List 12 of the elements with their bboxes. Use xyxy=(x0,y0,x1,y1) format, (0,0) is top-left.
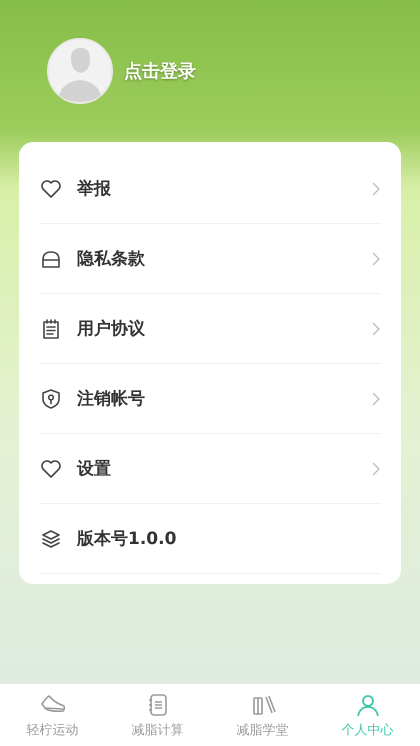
menu-item[interactable]: 设置 xyxy=(77,457,357,480)
chevron-icon xyxy=(371,460,381,476)
chevron-icon xyxy=(371,390,381,406)
chevron-icon xyxy=(371,250,381,266)
shield-icon xyxy=(39,386,63,410)
menu-item[interactable]: 举报 xyxy=(77,177,357,200)
chevron-icon xyxy=(371,320,381,336)
menu-item[interactable]: 隐私条款 xyxy=(77,247,357,270)
avatar-icon[interactable] xyxy=(47,38,113,104)
chevron-icon xyxy=(371,180,381,196)
menu-item[interactable]: 注销帐号 xyxy=(77,387,357,410)
menu-item[interactable]: 用户协议 xyxy=(77,317,357,340)
